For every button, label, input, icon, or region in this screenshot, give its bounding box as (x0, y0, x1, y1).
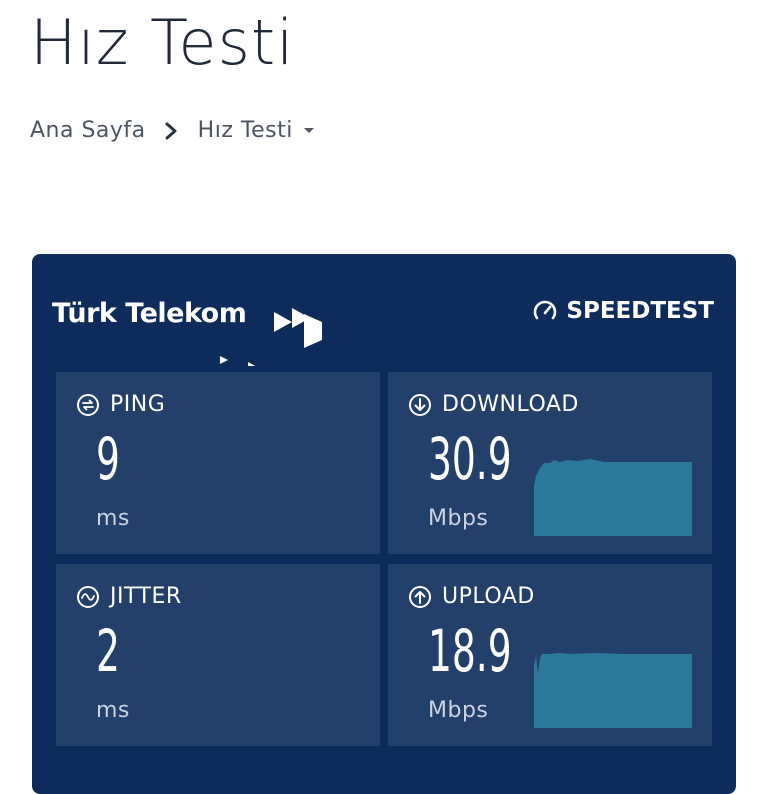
upload-arrow-icon (409, 585, 431, 608)
jitter-card: JITTER 2 ms (56, 564, 380, 746)
upload-value: 18.9 (428, 617, 512, 685)
jitter-unit: ms (96, 698, 130, 723)
breadcrumb-current-label: Hız Testi (197, 118, 293, 143)
ping-icon (77, 393, 99, 416)
upload-speed-graph (534, 653, 692, 728)
brand-name: Türk Telekom (52, 298, 247, 329)
jitter-label: JITTER (110, 584, 182, 609)
upload-header: UPLOAD (408, 584, 535, 609)
ping-value: 9 (96, 425, 120, 493)
speedometer-icon (534, 300, 557, 320)
ping-header: PING (76, 392, 165, 417)
ping-card: PING 9 ms (56, 372, 380, 554)
speedtest-label: SPEEDTEST (566, 298, 714, 324)
upload-card: UPLOAD 18.9 Mbps (388, 564, 712, 746)
jitter-header: JITTER (76, 584, 182, 609)
upload-label: UPLOAD (442, 584, 535, 609)
download-value: 30.9 (428, 425, 512, 493)
ping-unit: ms (96, 506, 130, 531)
breadcrumb-current-dropdown[interactable]: Hız Testi (198, 118, 315, 143)
caret-down-icon (303, 127, 315, 135)
breadcrumb-home-link[interactable]: Ana Sayfa (30, 118, 146, 143)
upload-unit: Mbps (428, 698, 489, 723)
page-title: Hız Testi (30, 6, 295, 79)
download-card: DOWNLOAD 30.9 Mbps (388, 372, 712, 554)
download-unit: Mbps (428, 506, 489, 531)
jitter-value: 2 (96, 617, 120, 685)
turk-telekom-logo: Türk Telekom (52, 276, 322, 366)
breadcrumb: Ana Sayfa Hız Testi (30, 118, 315, 143)
download-arrow-icon (409, 393, 431, 416)
chevron-right-icon (164, 121, 178, 141)
speedtest-link[interactable]: SPEEDTEST (532, 298, 714, 324)
download-label: DOWNLOAD (442, 392, 579, 417)
jitter-wave-icon (77, 585, 99, 608)
download-speed-graph (534, 459, 692, 536)
speedtest-widget: Türk Telekom SPEEDTEST PING 9 ms DOWNLOA… (32, 254, 736, 794)
download-header: DOWNLOAD (408, 392, 579, 417)
ping-label: PING (110, 392, 166, 417)
